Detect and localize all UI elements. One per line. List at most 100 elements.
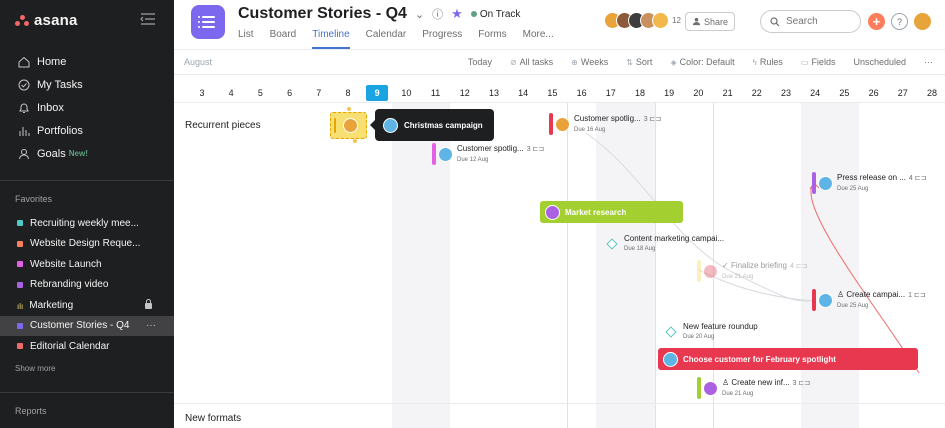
task-color-bar bbox=[432, 143, 436, 165]
date-20: 20 bbox=[693, 88, 704, 98]
search-input[interactable] bbox=[786, 16, 851, 27]
search-icon bbox=[770, 16, 780, 26]
subtask-count: 4 ⊏⊐ bbox=[789, 262, 808, 270]
project-list-icon[interactable] bbox=[191, 5, 225, 39]
avatar bbox=[818, 292, 833, 308]
resize-dot[interactable] bbox=[347, 107, 351, 111]
date-5: 5 bbox=[257, 88, 263, 98]
date-11: 11 bbox=[430, 88, 441, 98]
tab-timeline[interactable]: Timeline bbox=[312, 29, 350, 49]
task-create-campaign[interactable]: ♙ Create campai... 1 ⊏⊐ Due 25 Aug bbox=[812, 289, 926, 311]
share-button[interactable]: Share bbox=[685, 12, 735, 31]
tab-list[interactable]: List bbox=[238, 29, 254, 49]
share-label: Share bbox=[703, 16, 729, 27]
task-due-date: Due 25 Aug bbox=[837, 185, 869, 192]
favorite-website-design[interactable]: Website Design Reque... bbox=[0, 234, 174, 255]
favorite-label: Website Design Reque... bbox=[30, 238, 141, 250]
zoom-icon: ⊕ bbox=[571, 57, 578, 67]
task-customer-spotlight-16[interactable]: Customer spotlig... 3 ⊏⊐ Due 16 Aug bbox=[549, 113, 661, 135]
unscheduled-button[interactable]: Unscheduled bbox=[853, 57, 906, 67]
task-market-research[interactable]: Market research bbox=[540, 201, 683, 223]
sidebar-item-label: Goals bbox=[37, 147, 66, 160]
sidebar-item-goals[interactable]: Goals New! bbox=[0, 142, 174, 165]
task-name: Press release on ... bbox=[837, 172, 906, 182]
milestone-new-feature-roundup[interactable]: New feature roundup Due 20 Aug bbox=[665, 322, 758, 342]
fields-button[interactable]: ▭ Fields bbox=[801, 57, 836, 67]
color-dropdown[interactable]: ◈ Color: Default bbox=[670, 57, 734, 67]
project-title[interactable]: Customer Stories - Q4 bbox=[238, 5, 407, 23]
favorite-customer-stories[interactable]: Customer Stories - Q4 ··· bbox=[0, 315, 174, 336]
more-options-icon[interactable]: ··· bbox=[146, 320, 156, 331]
sidebar-item-my-tasks[interactable]: My Tasks bbox=[0, 73, 174, 96]
task-customer-spotlight-12[interactable]: Customer spotlig... 3 ⊏⊐ Due 12 Aug bbox=[432, 143, 544, 165]
milestone-content-marketing[interactable]: Content marketing campai... Due 18 Aug bbox=[606, 234, 724, 254]
search-bar[interactable] bbox=[760, 10, 861, 33]
more-options-button[interactable]: ··· bbox=[924, 57, 933, 67]
drag-handle[interactable] bbox=[334, 118, 336, 133]
avatar bbox=[703, 380, 718, 396]
fields-label: Fields bbox=[811, 57, 836, 67]
more-label: ··· bbox=[924, 57, 933, 67]
sort-icon: ⇅ bbox=[626, 57, 633, 67]
avatar bbox=[703, 263, 718, 279]
palette-icon: ◈ bbox=[670, 57, 677, 67]
favorite-label: Editorial Calendar bbox=[30, 340, 110, 352]
project-members[interactable]: 12 bbox=[604, 12, 681, 29]
task-choose-customer[interactable]: Choose customer for February spotlight bbox=[658, 348, 918, 370]
project-status[interactable]: On Track bbox=[470, 9, 520, 20]
tab-more[interactable]: More... bbox=[523, 29, 554, 49]
tab-calendar[interactable]: Calendar bbox=[366, 29, 407, 49]
chevron-down-icon[interactable]: ⌄ bbox=[415, 8, 424, 21]
favorite-editorial-calendar[interactable]: Editorial Calendar bbox=[0, 336, 174, 357]
avatar bbox=[818, 175, 833, 191]
user-avatar[interactable] bbox=[914, 13, 931, 30]
quick-add-button[interactable]: + bbox=[868, 13, 885, 30]
asana-logo[interactable]: asana bbox=[15, 12, 78, 29]
date-19: 19 bbox=[664, 88, 675, 98]
timeline-grid[interactable]: Recurrent pieces New formats Christmas c… bbox=[174, 103, 945, 428]
task-color-bar bbox=[697, 377, 701, 399]
date-18: 18 bbox=[634, 88, 645, 98]
favorite-rebranding-video[interactable]: Rebranding video bbox=[0, 275, 174, 296]
all-tasks-filter[interactable]: ⊘ All tasks bbox=[510, 57, 553, 67]
all-tasks-label: All tasks bbox=[519, 57, 554, 67]
show-more-link[interactable]: Show more bbox=[15, 364, 55, 373]
help-button[interactable]: ? bbox=[891, 13, 908, 30]
date-6: 6 bbox=[287, 88, 293, 98]
sidebar-item-inbox[interactable]: Inbox bbox=[0, 96, 174, 119]
collapse-sidebar-icon[interactable] bbox=[140, 13, 156, 25]
rules-button[interactable]: ϟ Rules bbox=[753, 57, 783, 67]
date-15: 15 bbox=[547, 88, 558, 98]
sidebar-item-home[interactable]: Home bbox=[0, 50, 174, 73]
project-color-swatch bbox=[17, 281, 23, 288]
tab-progress[interactable]: Progress bbox=[422, 29, 462, 49]
favorite-website-launch[interactable]: Website Launch bbox=[0, 254, 174, 275]
tab-board[interactable]: Board bbox=[270, 29, 297, 49]
sidebar-item-portfolios[interactable]: Portfolios bbox=[0, 119, 174, 142]
unscheduled-label: Unscheduled bbox=[853, 57, 906, 67]
task-due-date: Due 18 Aug bbox=[624, 246, 656, 252]
reports-section-title[interactable]: Reports bbox=[15, 406, 47, 416]
date-27: 27 bbox=[897, 88, 908, 98]
task-finalize-briefing[interactable]: ✓ Finalize briefing 4 ⊏⊐ Due 21 Aug bbox=[697, 260, 808, 282]
favorite-recruiting[interactable]: Recruiting weekly mee... bbox=[0, 213, 174, 234]
task-due-date: Due 21 Aug bbox=[722, 390, 754, 397]
favorite-marketing[interactable]: ılı Marketing bbox=[0, 295, 174, 316]
tab-forms[interactable]: Forms bbox=[478, 29, 506, 49]
dragging-task-christmas-campaign[interactable] bbox=[330, 107, 367, 143]
subtask-count: 4 ⊏⊐ bbox=[908, 174, 927, 182]
task-create-new-infographic[interactable]: ♙ Create new inf... 3 ⊏⊐ Due 21 Aug bbox=[697, 377, 810, 399]
milestone-diamond-icon bbox=[665, 326, 677, 338]
star-icon[interactable]: ★ bbox=[451, 6, 463, 22]
project-tabs: List Board Timeline Calendar Progress Fo… bbox=[238, 29, 554, 49]
today-button[interactable]: Today bbox=[468, 57, 492, 67]
avatar bbox=[545, 204, 560, 220]
resize-dot[interactable] bbox=[353, 139, 357, 143]
date-24: 24 bbox=[810, 88, 821, 98]
task-due-date: Due 12 Aug bbox=[457, 156, 489, 163]
task-press-release[interactable]: Press release on ... 4 ⊏⊐ Due 25 Aug bbox=[812, 172, 927, 194]
sort-button[interactable]: ⇅ Sort bbox=[626, 57, 652, 67]
zoom-dropdown[interactable]: ⊕ Weeks bbox=[571, 57, 608, 67]
info-icon[interactable]: ⓘ bbox=[432, 6, 443, 22]
member-count: 12 bbox=[672, 16, 681, 25]
